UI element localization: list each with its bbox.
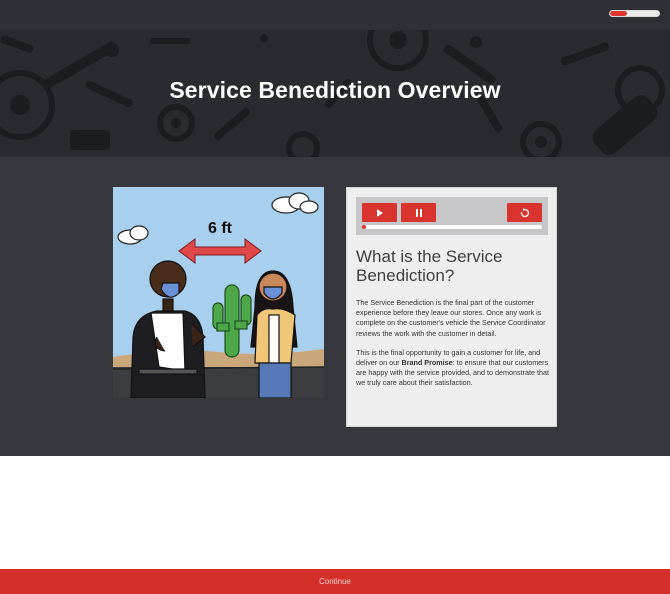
top-bar: [0, 0, 670, 30]
audio-player: [356, 197, 548, 235]
play-button[interactable]: [362, 203, 397, 222]
play-icon: [376, 208, 383, 217]
pause-button[interactable]: [401, 203, 436, 222]
continue-button[interactable]: Continue: [0, 569, 670, 594]
section-heading: What is the Service Benediction?: [356, 247, 503, 285]
course-progress-fill: [610, 11, 628, 16]
restart-button[interactable]: [507, 203, 542, 222]
audio-seek-fill: [362, 225, 366, 229]
body-paragraph-2: This is the final opportunity to gain a …: [356, 348, 552, 389]
info-card: What is the Service Benediction? The Ser…: [346, 187, 557, 427]
social-distancing-illustration: 6 ft: [113, 187, 324, 398]
lesson-content: 6 ft What is the Service Benediction? Th…: [0, 157, 670, 456]
page-title: Service Benediction Overview: [169, 77, 501, 103]
page: Service Benediction Overview 6 ft What i…: [0, 0, 670, 594]
brand-promise-text: Brand Promise: [401, 358, 453, 368]
audio-seek-bar[interactable]: [362, 225, 542, 229]
distance-label: 6 ft: [208, 220, 233, 237]
hero-banner: Service Benediction Overview: [0, 30, 670, 157]
social-distancing-image-icon: 6 ft: [113, 187, 324, 398]
restart-icon: [520, 207, 529, 217]
section-body: The Service Benediction is the final par…: [356, 298, 552, 398]
pause-icon: [415, 208, 422, 217]
body-paragraph-1: The Service Benediction is the final par…: [356, 298, 546, 338]
course-progress-bar: [609, 10, 660, 17]
